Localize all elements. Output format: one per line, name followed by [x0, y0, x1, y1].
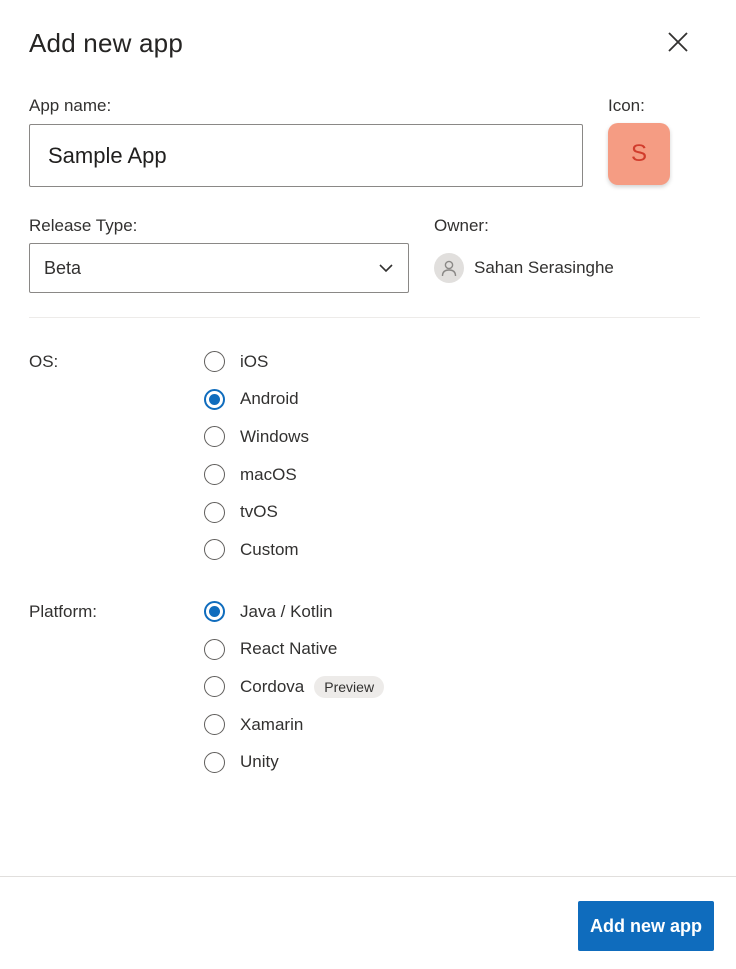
app-name-label: App name: [29, 96, 112, 115]
radio-circle [204, 676, 225, 698]
app-icon-letter: S [630, 140, 647, 167]
section-divider [29, 317, 700, 318]
platform-option-label: Xamarin [240, 714, 304, 734]
person-icon [434, 253, 464, 283]
radio-circle [204, 464, 225, 486]
os-option-android[interactable]: Android [204, 381, 309, 419]
radio-circle [204, 351, 225, 373]
release-type-value: Beta [44, 257, 82, 278]
platform-option-java-kotlin[interactable]: Java / Kotlin [204, 593, 384, 631]
icon-label: Icon: [608, 96, 645, 115]
app-icon-avatar[interactable]: S [608, 123, 670, 185]
platform-option-label: Unity [240, 752, 279, 772]
radio-circle [204, 601, 225, 623]
platform-option-xamarin[interactable]: Xamarin [204, 706, 384, 744]
dialog-title: Add new app [29, 28, 183, 58]
platform-option-react-native[interactable]: React Native [204, 631, 384, 669]
platform-option-unity[interactable]: Unity [204, 743, 384, 781]
platform-radio-group: Java / Kotlin React Native Cordova Previ… [204, 593, 385, 781]
platform-option-label: React Native [240, 639, 338, 659]
os-option-label: Custom [240, 539, 299, 559]
platform-option-label: Java / Kotlin [240, 601, 333, 621]
os-option-label: Windows [240, 426, 309, 446]
platform-label: Platform: [29, 602, 98, 621]
os-option-custom[interactable]: Custom [204, 531, 309, 569]
os-label: OS: [29, 352, 59, 371]
app-name-input[interactable] [29, 124, 583, 187]
release-type-dropdown[interactable]: Beta [29, 243, 409, 293]
radio-circle [204, 751, 225, 773]
radio-circle [204, 501, 225, 523]
release-type-label: Release Type: [29, 216, 138, 235]
owner-info: Sahan Serasinghe [434, 253, 614, 283]
platform-option-label: Cordova [240, 676, 305, 696]
owner-label: Owner: [434, 216, 489, 235]
os-option-macos[interactable]: macOS [204, 456, 309, 494]
close-icon [668, 32, 688, 52]
os-option-ios[interactable]: iOS [204, 343, 309, 381]
platform-option-cordova[interactable]: Cordova Preview [204, 668, 385, 706]
os-option-windows[interactable]: Windows [204, 418, 309, 456]
os-radio-group: iOS Android Windows macOS tvOS Custom [204, 343, 309, 569]
radio-circle [204, 426, 225, 448]
close-button[interactable] [662, 26, 694, 58]
radio-circle [204, 714, 225, 736]
chevron-down-icon [378, 260, 394, 276]
os-option-label: macOS [240, 464, 297, 484]
radio-circle [204, 388, 225, 410]
os-option-label: iOS [240, 351, 269, 371]
add-app-dialog: Add new app App name: Icon: S Release Ty… [0, 0, 736, 969]
owner-name: Sahan Serasinghe [474, 258, 614, 277]
os-option-label: Android [240, 389, 299, 409]
os-option-label: tvOS [240, 502, 278, 522]
os-option-tvos[interactable]: tvOS [204, 493, 309, 531]
preview-badge: Preview [314, 675, 385, 698]
add-new-app-button[interactable]: Add new app [578, 901, 714, 951]
radio-circle [204, 638, 225, 660]
radio-circle [204, 539, 225, 561]
footer-divider [0, 876, 736, 877]
